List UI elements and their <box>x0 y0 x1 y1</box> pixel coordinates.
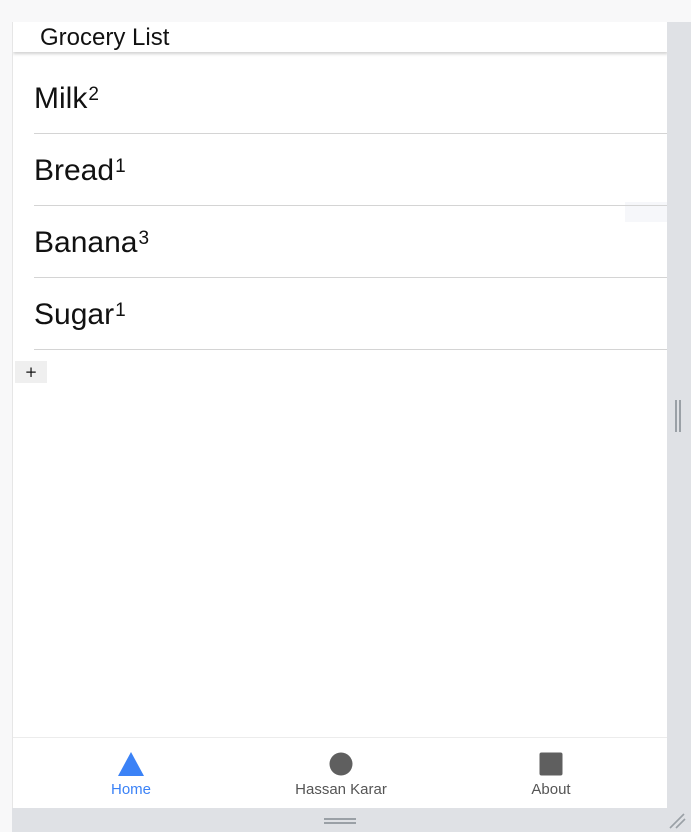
list-item[interactable]: Milk2 <box>34 62 667 134</box>
corner-resize-icon[interactable] <box>668 812 688 830</box>
item-name: Milk <box>34 82 88 115</box>
tab-label: About <box>531 781 571 798</box>
list-item[interactable]: Sugar1 <box>34 278 667 350</box>
item-quantity: 3 <box>138 228 150 249</box>
item-quantity: 1 <box>115 300 126 321</box>
add-item-button[interactable]: + <box>15 361 47 383</box>
item-quantity: 1 <box>115 156 126 177</box>
square-icon <box>539 752 563 776</box>
vertical-resize-handle[interactable] <box>675 400 681 432</box>
horizontal-resize-handle[interactable] <box>324 818 356 824</box>
item-name: Sugar <box>34 298 115 331</box>
item-quantity: 2 <box>88 84 99 105</box>
tab-home[interactable]: Home <box>22 738 240 808</box>
app-header: Grocery List <box>13 22 667 52</box>
triangle-icon <box>118 752 144 776</box>
tab-label: Hassan Karar <box>295 781 387 798</box>
page-title: Grocery List <box>40 24 170 51</box>
item-label: Milk2 <box>34 82 99 116</box>
app-viewport: Grocery List Milk2 Bread1 Banana3 Sugar1… <box>12 22 667 808</box>
item-name: Bread <box>34 154 115 187</box>
item-label: Sugar1 <box>34 298 126 332</box>
list-item[interactable]: Bread1 <box>34 134 667 206</box>
item-name: Banana <box>34 226 138 259</box>
tab-profile[interactable]: Hassan Karar <box>232 738 450 808</box>
tab-label: Home <box>110 781 151 798</box>
app-frame: Grocery List Milk2 Bread1 Banana3 Sugar1… <box>0 0 691 832</box>
item-label: Banana3 <box>34 226 149 260</box>
bottom-tab-bar: Home Hassan Karar About <box>13 737 667 808</box>
item-label: Bread1 <box>34 154 126 188</box>
grocery-list: Milk2 Bread1 Banana3 Sugar1 <box>34 62 667 350</box>
circle-icon <box>329 752 353 776</box>
tab-about[interactable]: About <box>442 738 660 808</box>
list-item[interactable]: Banana3 <box>34 206 667 278</box>
